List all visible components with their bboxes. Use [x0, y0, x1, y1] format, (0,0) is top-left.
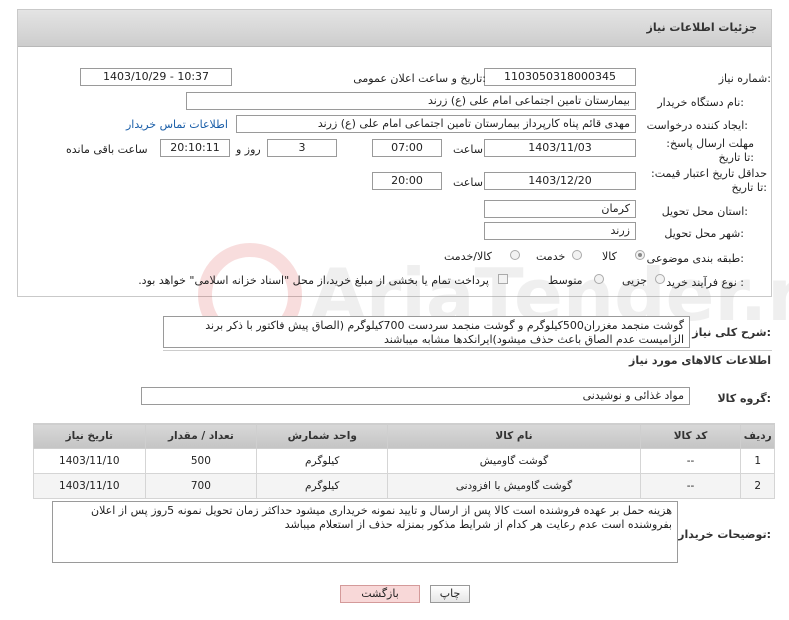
days-label: روز و: [236, 143, 261, 156]
validity-time-field: 20:00: [372, 172, 442, 190]
goods-group-field: مواد غذائی و نوشیدنی: [141, 387, 690, 405]
need-number-label: شماره نیاز:: [718, 72, 771, 85]
col-unit-header: واحد شمارش: [256, 423, 389, 449]
col-date-header: تاریخ نیاز: [33, 423, 146, 449]
cell-unit: کیلوگرم: [256, 473, 389, 499]
cell-row: 1: [740, 448, 775, 474]
cell-date: 1403/11/10: [33, 473, 146, 499]
purchase-minor-radio[interactable]: [655, 274, 665, 284]
creator-field: مهدی قائم پناه کارپرداز بیمارستان تامین …: [236, 115, 636, 133]
back-button[interactable]: بازگشت: [340, 585, 420, 603]
goods-table: ردیف کد کالا نام کالا واحد شمارش تعداد /…: [33, 423, 775, 499]
col-row-header: ردیف: [740, 423, 775, 449]
buyer-org-field: بیمارستان تامین اجتماعی امام علی (ع) زرن…: [186, 92, 636, 110]
validity-date-field: 1403/12/20: [484, 172, 636, 190]
cell-row: 2: [740, 473, 775, 499]
validity-time-label: ساعت: [453, 176, 483, 189]
days-field: 3: [267, 139, 337, 157]
cell-code: --: [639, 473, 742, 499]
cell-name: گوشت گاومیش: [387, 448, 641, 474]
cell-qty: 700: [144, 473, 258, 499]
treasury-payment-note: پرداخت تمام یا بخشی از مبلغ خرید،از محل …: [138, 274, 489, 287]
col-code-header: کد کالا: [639, 423, 742, 449]
table-row: 1 -- گوشت گاومیش کیلوگرم 500 1403/11/10: [33, 448, 775, 474]
summary-divider: [163, 350, 772, 351]
creator-label: ایجاد کننده درخواست:: [646, 119, 748, 132]
cell-qty: 500: [144, 448, 258, 474]
remaining-time-field: 20:10:11: [160, 139, 230, 157]
table-header-row: ردیف کد کالا نام کالا واحد شمارش تعداد /…: [33, 423, 775, 449]
remaining-label: ساعت باقی مانده: [66, 143, 148, 156]
print-button[interactable]: چاپ: [430, 585, 470, 603]
col-qty-header: تعداد / مقدار: [144, 423, 258, 449]
need-number-field: 1103050318000345: [484, 68, 636, 86]
page-title: جزئیات اطلاعات نیاز: [646, 21, 758, 34]
summary-label: شرح کلی نیاز:: [692, 326, 771, 339]
category-service-radio[interactable]: [572, 250, 582, 260]
goods-section-title: اطلاعات کالاهای مورد نیاز: [629, 354, 771, 367]
goods-group-label: گروه کالا:: [717, 392, 771, 405]
announce-field: 1403/10/29 - 10:37: [80, 68, 232, 86]
category-both-label: کالا/خدمت: [444, 250, 492, 263]
validity-label: حداقل تاریخ اعتبار قیمت: تا تاریخ:: [651, 167, 767, 194]
buyer-notes-text: هزینه حمل بر عهده فروشنده است کالا پس از…: [52, 501, 678, 563]
province-field: کرمان: [484, 200, 636, 218]
buyer-contact-link[interactable]: اطلاعات تماس خریدار: [126, 118, 228, 131]
reply-date-field: 1403/11/03: [484, 139, 636, 157]
cell-unit: کیلوگرم: [256, 448, 389, 474]
buyer-notes-label: توضیحات خریدار:: [678, 528, 771, 541]
col-name-header: نام کالا: [387, 423, 641, 449]
purchase-minor-label: جزیی: [622, 274, 648, 287]
category-both-radio[interactable]: [510, 250, 520, 260]
reply-time-field: 07:00: [372, 139, 442, 157]
treasury-payment-checkbox[interactable]: [498, 274, 508, 284]
panel-header: جزئیات اطلاعات نیاز: [18, 10, 771, 47]
category-goods-radio[interactable]: [635, 250, 645, 260]
city-field: زرند: [484, 222, 636, 240]
table-row: 2 -- گوشت گاومیش با افزودنی کیلوگرم 700 …: [33, 473, 775, 499]
city-label: شهر محل تحویل:: [664, 227, 744, 240]
cell-name: گوشت گاومیش با افزودنی: [387, 473, 641, 499]
category-label: طبقه بندی موضوعی:: [646, 252, 744, 265]
category-service-label: خدمت: [536, 250, 566, 263]
province-label: استان محل تحویل:: [661, 205, 748, 218]
buyer-org-label: نام دستگاه خریدار:: [657, 96, 744, 109]
announce-label: تاریخ و ساعت اعلان عمومی:: [353, 72, 486, 85]
purchase-type-label: نوع فرآیند خرید :: [666, 276, 744, 289]
category-goods-label: کالا: [602, 250, 617, 263]
cell-code: --: [639, 448, 742, 474]
reply-deadline-label: مهلت ارسال پاسخ: تا تاریخ:: [666, 137, 754, 164]
reply-time-label: ساعت: [453, 143, 483, 156]
purchase-medium-radio[interactable]: [594, 274, 604, 284]
purchase-medium-label: متوسط: [548, 274, 583, 287]
summary-text: گوشت منجمد مغزران500کیلوگرم و گوشت منجمد…: [163, 316, 690, 348]
cell-date: 1403/11/10: [33, 448, 146, 474]
